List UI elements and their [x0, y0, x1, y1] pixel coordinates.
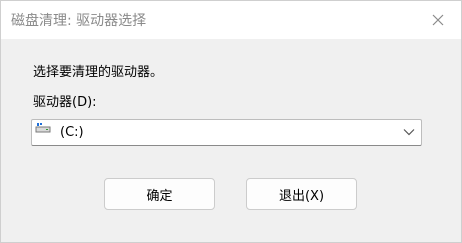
chevron-down-icon	[403, 129, 415, 136]
drive-icon	[35, 123, 51, 133]
title-bar: 磁盘清理: 驱动器选择	[1, 1, 461, 39]
close-icon	[432, 14, 444, 26]
dialog-content: 选择要清理的驱动器。 驱动器(D): (C:) 确定 退出(X)	[1, 39, 461, 242]
exit-button[interactable]: 退出(X)	[246, 178, 357, 210]
drive-label: 驱动器(D):	[33, 95, 97, 110]
disk-cleanup-drive-selection-dialog: 磁盘清理: 驱动器选择 选择要清理的驱动器。 驱动器(D): (C:) 确定 退…	[0, 0, 462, 243]
selected-drive: (C:)	[60, 125, 84, 140]
instruction-text: 选择要清理的驱动器。	[33, 65, 164, 80]
ok-button[interactable]: 确定	[104, 178, 215, 210]
drive-dropdown[interactable]: (C:)	[31, 119, 422, 146]
window-title: 磁盘清理: 驱动器选择	[11, 13, 147, 29]
close-button[interactable]	[415, 1, 461, 39]
